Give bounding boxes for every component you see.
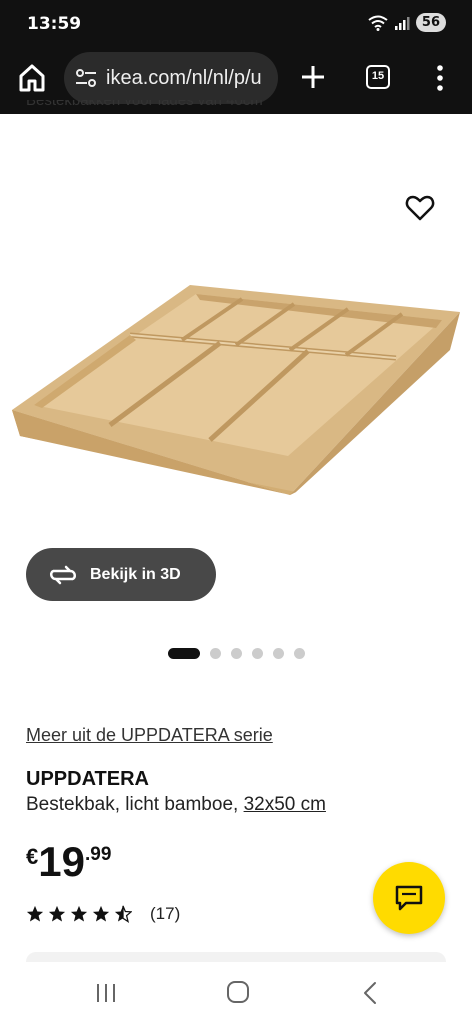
chat-icon [395, 885, 423, 911]
clipped-heading: Bestekbakken voor lades van 40cm [26, 100, 263, 120]
product-description-text: Bestekbak, licht bamboe, [26, 794, 239, 815]
view-in-3d-label: Bekijk in 3D [90, 565, 181, 583]
product-description: Bestekbak, licht bamboe, 32x50 cm [26, 794, 326, 816]
product-image[interactable] [0, 270, 472, 510]
clipped-heading-text: Bestekbakken voor lades van 40cm [26, 100, 263, 109]
carousel-dot[interactable] [252, 648, 263, 659]
carousel-dot[interactable] [210, 648, 221, 659]
star-full-icon [92, 905, 110, 922]
status-bar: 13:59 56 [0, 0, 472, 48]
scroll-cover [0, 114, 472, 116]
url-text: ikea.com/nl/nl/p/u [106, 67, 262, 89]
series-link[interactable]: Meer uit de UPPDATERA serie [26, 725, 273, 746]
system-nav-bar [0, 962, 472, 1024]
carousel-dot[interactable] [231, 648, 242, 659]
home-icon[interactable] [16, 62, 48, 94]
price-integer: 19 [38, 838, 85, 885]
recent-apps-icon[interactable] [94, 982, 118, 1004]
chat-button[interactable] [373, 862, 445, 934]
back-icon[interactable] [360, 980, 380, 1006]
home-nav-icon[interactable] [226, 980, 250, 1004]
star-full-icon [48, 905, 66, 922]
carousel-dot[interactable] [168, 648, 200, 659]
review-count[interactable]: (17) [150, 904, 180, 924]
image-carousel-indicator [168, 648, 305, 659]
carousel-dot[interactable] [273, 648, 284, 659]
price-currency: € [26, 844, 39, 869]
address-bar[interactable]: ikea.com/nl/nl/p/u [64, 52, 278, 104]
rotate-3d-icon [50, 565, 76, 584]
view-in-3d-button[interactable]: Bekijk in 3D [26, 548, 216, 601]
wifi-icon [368, 15, 388, 31]
product-rating[interactable]: (17) [26, 904, 180, 924]
star-full-icon [70, 905, 88, 922]
new-tab-icon[interactable] [298, 62, 328, 92]
tab-switcher-button[interactable]: 15 [366, 65, 390, 89]
product-price: €19.99 [26, 838, 111, 886]
status-time: 13:59 [27, 14, 82, 34]
favorite-heart-icon[interactable] [404, 192, 436, 224]
site-settings-icon[interactable] [74, 66, 98, 90]
product-size-link[interactable]: 32x50 cm [244, 794, 326, 815]
signal-icon [394, 16, 410, 30]
overflow-menu-icon[interactable] [430, 64, 450, 92]
carousel-dot[interactable] [294, 648, 305, 659]
status-icons: 56 [368, 13, 446, 32]
star-full-icon [26, 905, 44, 922]
product-name: UPPDATERA [26, 768, 149, 790]
battery-indicator: 56 [415, 13, 446, 32]
star-half-icon [114, 905, 132, 923]
price-decimals: .99 [84, 844, 112, 865]
